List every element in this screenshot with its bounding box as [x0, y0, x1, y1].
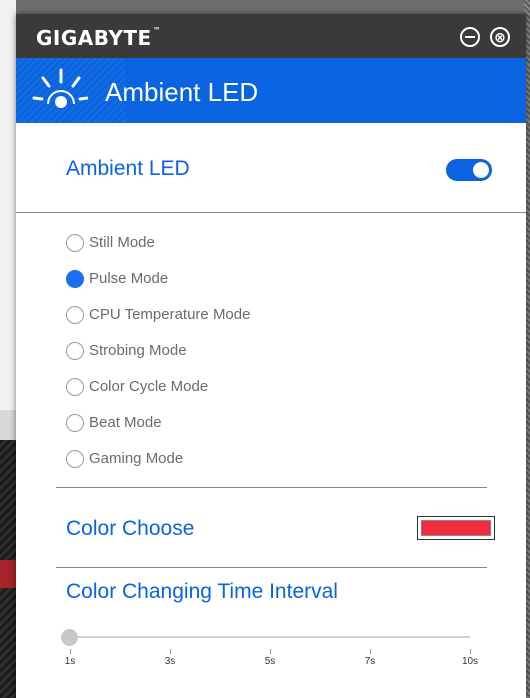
page-title: Ambient LED: [105, 77, 259, 107]
background-window-edge: [0, 0, 16, 410]
mode-option-still[interactable]: Still Mode: [66, 232, 366, 256]
mode-option-beat[interactable]: Beat Mode: [66, 412, 366, 436]
tick-label: 1s: [64, 656, 76, 667]
mode-label: Still Mode: [89, 234, 155, 251]
interval-label: Color Changing Time Interval: [66, 580, 338, 603]
ambient-led-label: Ambient LED: [66, 157, 190, 180]
radio-button[interactable]: [66, 234, 84, 252]
slider-tick: [170, 649, 171, 654]
radio-button[interactable]: [66, 306, 84, 324]
close-button[interactable]: ⊗: [490, 27, 510, 47]
mode-option-gaming[interactable]: Gaming Mode: [66, 448, 366, 472]
divider: [16, 212, 526, 213]
tick-label: 3s: [164, 656, 176, 667]
mode-label: Strobing Mode: [89, 342, 187, 359]
slider-tick: [370, 649, 371, 654]
background-window-edge: [0, 410, 16, 440]
mode-option-pulse[interactable]: Pulse Mode: [66, 268, 366, 292]
mode-label: Gaming Mode: [89, 450, 184, 467]
ambient-led-icon: [32, 68, 88, 108]
radio-button[interactable]: [66, 378, 84, 396]
gigabyte-logo: GIGABYTE™: [36, 26, 162, 50]
mode-option-cpu-temperature[interactable]: CPU Temperature Mode: [66, 304, 366, 328]
close-icon: ⊗: [494, 29, 506, 45]
background-image-edge: [0, 560, 16, 588]
tick-label: 7s: [364, 656, 376, 667]
mode-label: Beat Mode: [89, 414, 162, 431]
color-picker-button[interactable]: [417, 516, 495, 540]
interval-slider-track[interactable]: [70, 636, 470, 638]
title-bar[interactable]: GIGABYTE™ ⊗: [16, 14, 526, 58]
interval-slider-thumb[interactable]: [61, 629, 78, 646]
header-banner: Ambient LED: [16, 58, 526, 123]
mode-label: Pulse Mode: [89, 270, 169, 287]
mode-option-color-cycle[interactable]: Color Cycle Mode: [66, 376, 366, 400]
slider-tick: [270, 649, 271, 654]
selected-color-swatch: [421, 520, 491, 536]
toggle-knob: [473, 162, 489, 178]
divider: [56, 567, 487, 568]
mode-label: Color Cycle Mode: [89, 378, 209, 395]
ambient-led-toggle[interactable]: [446, 159, 492, 181]
tick-label: 10s: [461, 656, 479, 667]
tick-label: 5s: [264, 656, 276, 667]
divider: [56, 487, 487, 488]
color-choose-label: Color Choose: [66, 517, 195, 540]
radio-button[interactable]: [66, 414, 84, 432]
radio-button[interactable]: [66, 342, 84, 360]
ambient-led-window: GIGABYTE™ ⊗ Ambient LED Ambient LED Stil…: [16, 14, 526, 698]
radio-button-selected[interactable]: [66, 270, 84, 288]
minimize-button[interactable]: [460, 27, 480, 47]
slider-tick: [70, 649, 71, 654]
mode-label: CPU Temperature Mode: [89, 306, 251, 323]
mode-option-strobing[interactable]: Strobing Mode: [66, 340, 366, 364]
radio-button[interactable]: [66, 450, 84, 468]
slider-tick: [470, 649, 471, 654]
